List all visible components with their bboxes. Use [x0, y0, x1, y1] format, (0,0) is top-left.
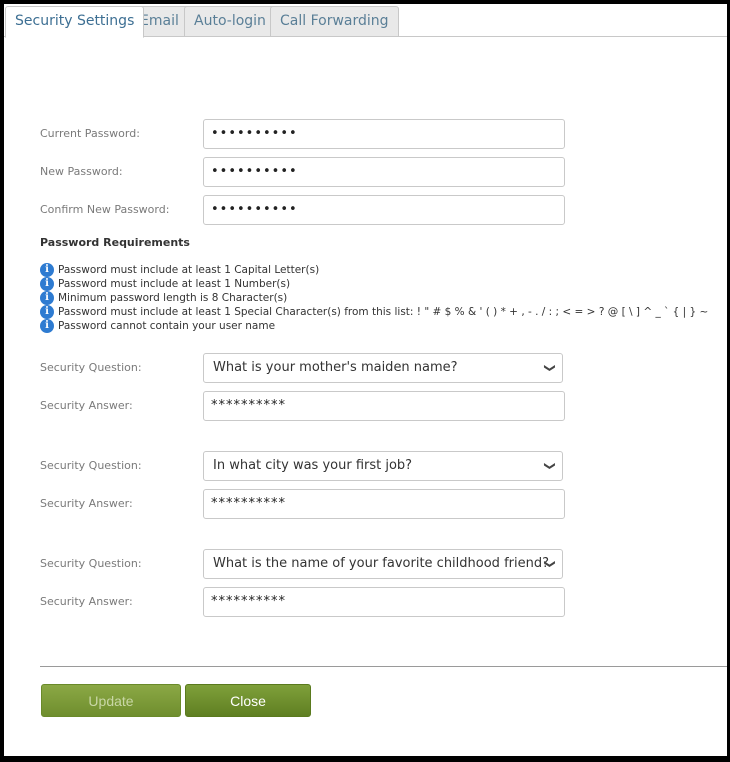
requirement-text: Minimum password length is 8 Character(s…	[58, 292, 288, 304]
confirm-password-row: Confirm New Password: ••••••••••	[40, 195, 680, 225]
selected-question: In what city was your first job?	[213, 458, 413, 473]
security-answer-label: Security Answer:	[40, 497, 133, 510]
requirement-item: i Minimum password length is 8 Character…	[40, 291, 720, 305]
requirement-text: Password cannot contain your user name	[58, 320, 276, 332]
close-button[interactable]: Close	[185, 684, 311, 717]
tab-call-forwarding[interactable]: Call Forwarding	[270, 6, 399, 37]
security-answer-input-2[interactable]: **********	[203, 489, 565, 519]
security-answer-row-2: Security Answer: **********	[40, 489, 680, 519]
requirement-text: Password must include at least 1 Special…	[58, 306, 709, 318]
requirement-item: i Password cannot contain your user name	[40, 319, 720, 333]
current-password-label: Current Password:	[40, 127, 140, 140]
requirement-text: Password must include at least 1 Number(…	[58, 278, 291, 290]
info-icon: i	[40, 319, 54, 333]
security-answer-label: Security Answer:	[40, 595, 133, 608]
info-icon: i	[40, 277, 54, 291]
security-question-row-2: Security Question: In what city was your…	[40, 451, 680, 481]
selected-question: What is the name of your favorite childh…	[213, 556, 549, 571]
requirement-item: i Password must include at least 1 Numbe…	[40, 277, 720, 291]
security-question-label: Security Question:	[40, 459, 142, 472]
password-requirements-list: i Password must include at least 1 Capit…	[40, 263, 720, 333]
chevron-down-icon: ❯	[543, 363, 557, 373]
tab-auto-login[interactable]: Auto-login	[184, 6, 276, 37]
requirement-item: i Password must include at least 1 Speci…	[40, 305, 720, 319]
settings-window: Security Settings Email Auto-login Call …	[4, 4, 727, 756]
new-password-input[interactable]: ••••••••••	[203, 157, 565, 187]
info-icon: i	[40, 291, 54, 305]
current-password-input[interactable]: ••••••••••	[203, 119, 565, 149]
update-button[interactable]: Update	[41, 684, 181, 717]
info-icon: i	[40, 305, 54, 319]
requirement-item: i Password must include at least 1 Capit…	[40, 263, 720, 277]
security-question-label: Security Question:	[40, 361, 142, 374]
tab-bar: Security Settings Email Auto-login Call …	[4, 4, 727, 38]
security-question-select-1[interactable]: What is your mother's maiden name? ❯	[203, 353, 563, 383]
footer-divider	[40, 666, 727, 667]
security-question-row-1: Security Question: What is your mother's…	[40, 353, 680, 383]
security-answer-row-3: Security Answer: **********	[40, 587, 680, 617]
security-answer-label: Security Answer:	[40, 399, 133, 412]
security-question-row-3: Security Question: What is the name of y…	[40, 549, 680, 579]
current-password-row: Current Password: ••••••••••	[40, 119, 680, 149]
security-question-select-2[interactable]: In what city was your first job? ❯	[203, 451, 563, 481]
chevron-down-icon: ❯	[543, 461, 557, 471]
selected-question: What is your mother's maiden name?	[213, 360, 458, 375]
confirm-password-input[interactable]: ••••••••••	[203, 195, 565, 225]
security-answer-input-3[interactable]: **********	[203, 587, 565, 617]
new-password-row: New Password: ••••••••••	[40, 157, 680, 187]
security-answer-input-1[interactable]: **********	[203, 391, 565, 421]
tab-security-settings[interactable]: Security Settings	[5, 6, 145, 38]
info-icon: i	[40, 263, 54, 277]
security-answer-row-1: Security Answer: **********	[40, 391, 680, 421]
security-question-select-3[interactable]: What is the name of your favorite childh…	[203, 549, 563, 579]
requirement-text: Password must include at least 1 Capital…	[58, 264, 320, 276]
chevron-down-icon: ❯	[543, 559, 557, 569]
new-password-label: New Password:	[40, 165, 123, 178]
confirm-password-label: Confirm New Password:	[40, 203, 170, 216]
password-requirements-title: Password Requirements	[40, 236, 190, 249]
security-question-label: Security Question:	[40, 557, 142, 570]
